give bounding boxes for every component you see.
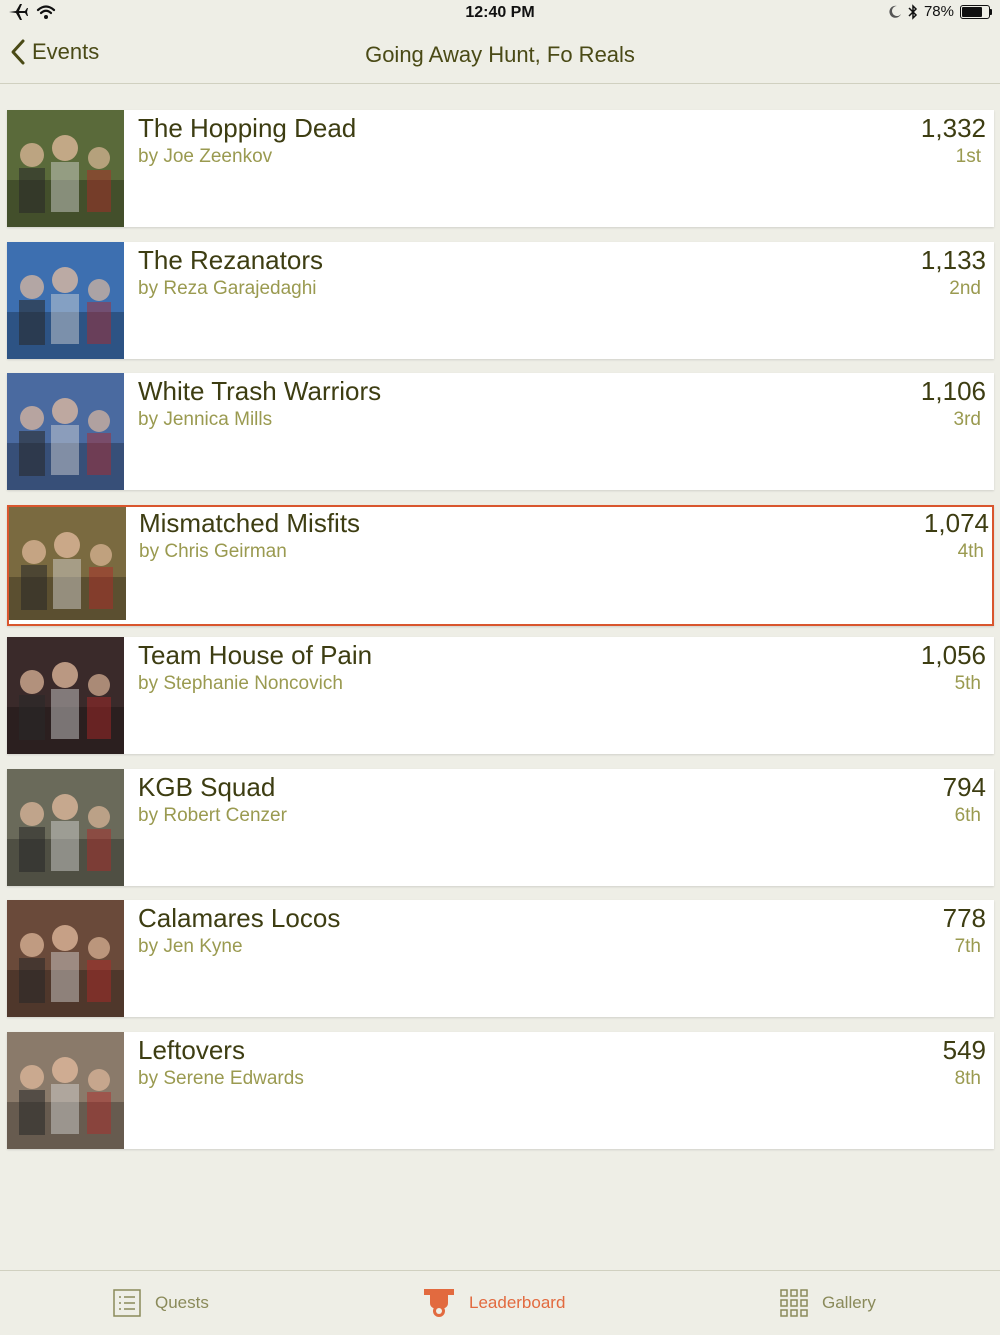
team-row[interactable]: Mismatched Misfits by Chris Geirman 1,074 4…	[7, 505, 994, 626]
team-score: 794	[942, 772, 986, 802]
team-name: Team House of Pain	[138, 640, 373, 670]
team-score: 1,056	[920, 640, 986, 670]
tab-leaderboard-label: Leaderboard	[469, 1293, 566, 1312]
battery-level	[962, 6, 982, 17]
team-name: The Hopping Dead	[138, 113, 357, 143]
team-rank: 7th	[954, 936, 981, 957]
team-row[interactable]: Team House of Pain by Stephanie Noncovich…	[7, 637, 994, 754]
team-rank: 2nd	[949, 278, 981, 299]
team-owner: by Robert Cenzer	[138, 805, 287, 826]
team-score: 1,074	[923, 508, 989, 538]
list-icon	[113, 1289, 141, 1317]
moon-icon	[889, 5, 901, 18]
team-photo	[7, 637, 124, 754]
team-rank: 1st	[955, 146, 981, 167]
team-score: 1,332	[920, 113, 986, 143]
team-owner: by Jennica Mills	[138, 409, 273, 430]
grid-icon	[780, 1289, 808, 1317]
team-name: KGB Squad	[138, 772, 276, 802]
team-owner: by Reza Garajedaghi	[138, 278, 317, 299]
team-owner: by Serene Edwards	[138, 1068, 304, 1089]
team-name: Calamares Locos	[138, 903, 341, 933]
team-owner: by Joe Zeenkov	[138, 146, 273, 167]
team-photo	[7, 1032, 124, 1149]
team-score: 1,133	[920, 245, 986, 275]
team-rank: 6th	[954, 805, 981, 826]
team-row[interactable]: Calamares Locos by Jen Kyne 778 7th	[7, 900, 994, 1017]
page-title: Going Away Hunt, Fo Reals	[365, 42, 635, 67]
team-photo	[9, 507, 126, 620]
tab-bar: Quests Leaderboard Gallery	[0, 1270, 1000, 1335]
status-right: 78%	[888, 3, 992, 20]
team-row[interactable]: The Rezanators by Reza Garajedaghi 1,133 2n…	[7, 242, 994, 359]
team-photo	[7, 110, 124, 227]
team-name: White Trash Warriors	[138, 376, 382, 406]
tab-gallery[interactable]: Gallery	[780, 1271, 876, 1335]
team-photo	[7, 769, 124, 886]
bluetooth-icon	[908, 3, 918, 20]
battery-percent: 78%	[923, 3, 954, 20]
team-row[interactable]: The Hopping Dead by Joe Zeenkov 1,332 1st	[7, 110, 994, 227]
team-owner: by Stephanie Noncovich	[138, 673, 343, 694]
team-score: 1,106	[920, 376, 986, 406]
team-owner: by Chris Geirman	[139, 541, 287, 562]
team-photo	[7, 242, 124, 359]
team-row[interactable]: Leftovers by Serene Edwards 549 8th	[7, 1032, 994, 1149]
tab-quests[interactable]: Quests	[113, 1271, 209, 1335]
nav-bar: Events Going Away Hunt, Fo Reals	[0, 28, 1000, 84]
trophy-icon	[424, 1289, 454, 1317]
team-rank: 3rd	[953, 409, 981, 430]
team-name: Mismatched Misfits	[139, 508, 361, 538]
team-score: 778	[942, 903, 986, 933]
team-owner: by Jen Kyne	[138, 936, 243, 957]
team-rank: 5th	[954, 673, 981, 694]
team-photo	[7, 900, 124, 1017]
team-rank: 8th	[954, 1068, 981, 1089]
team-score: 549	[942, 1035, 986, 1065]
team-row[interactable]: KGB Squad by Robert Cenzer 794 6th	[7, 769, 994, 886]
team-name: The Rezanators	[138, 245, 323, 275]
team-name: Leftovers	[138, 1035, 245, 1065]
team-rank: 4th	[957, 541, 984, 562]
team-row[interactable]: White Trash Warriors by Jennica Mills 1,10…	[7, 373, 994, 490]
battery-icon	[960, 4, 990, 19]
status-time: 12:40 PM	[465, 4, 535, 21]
status-bar: 12:40 PM 78%	[0, 0, 1000, 28]
tab-quests-label: Quests	[155, 1293, 209, 1312]
tab-gallery-label: Gallery	[822, 1293, 876, 1312]
tab-leaderboard[interactable]: Leaderboard	[423, 1271, 565, 1335]
team-photo	[7, 373, 124, 490]
